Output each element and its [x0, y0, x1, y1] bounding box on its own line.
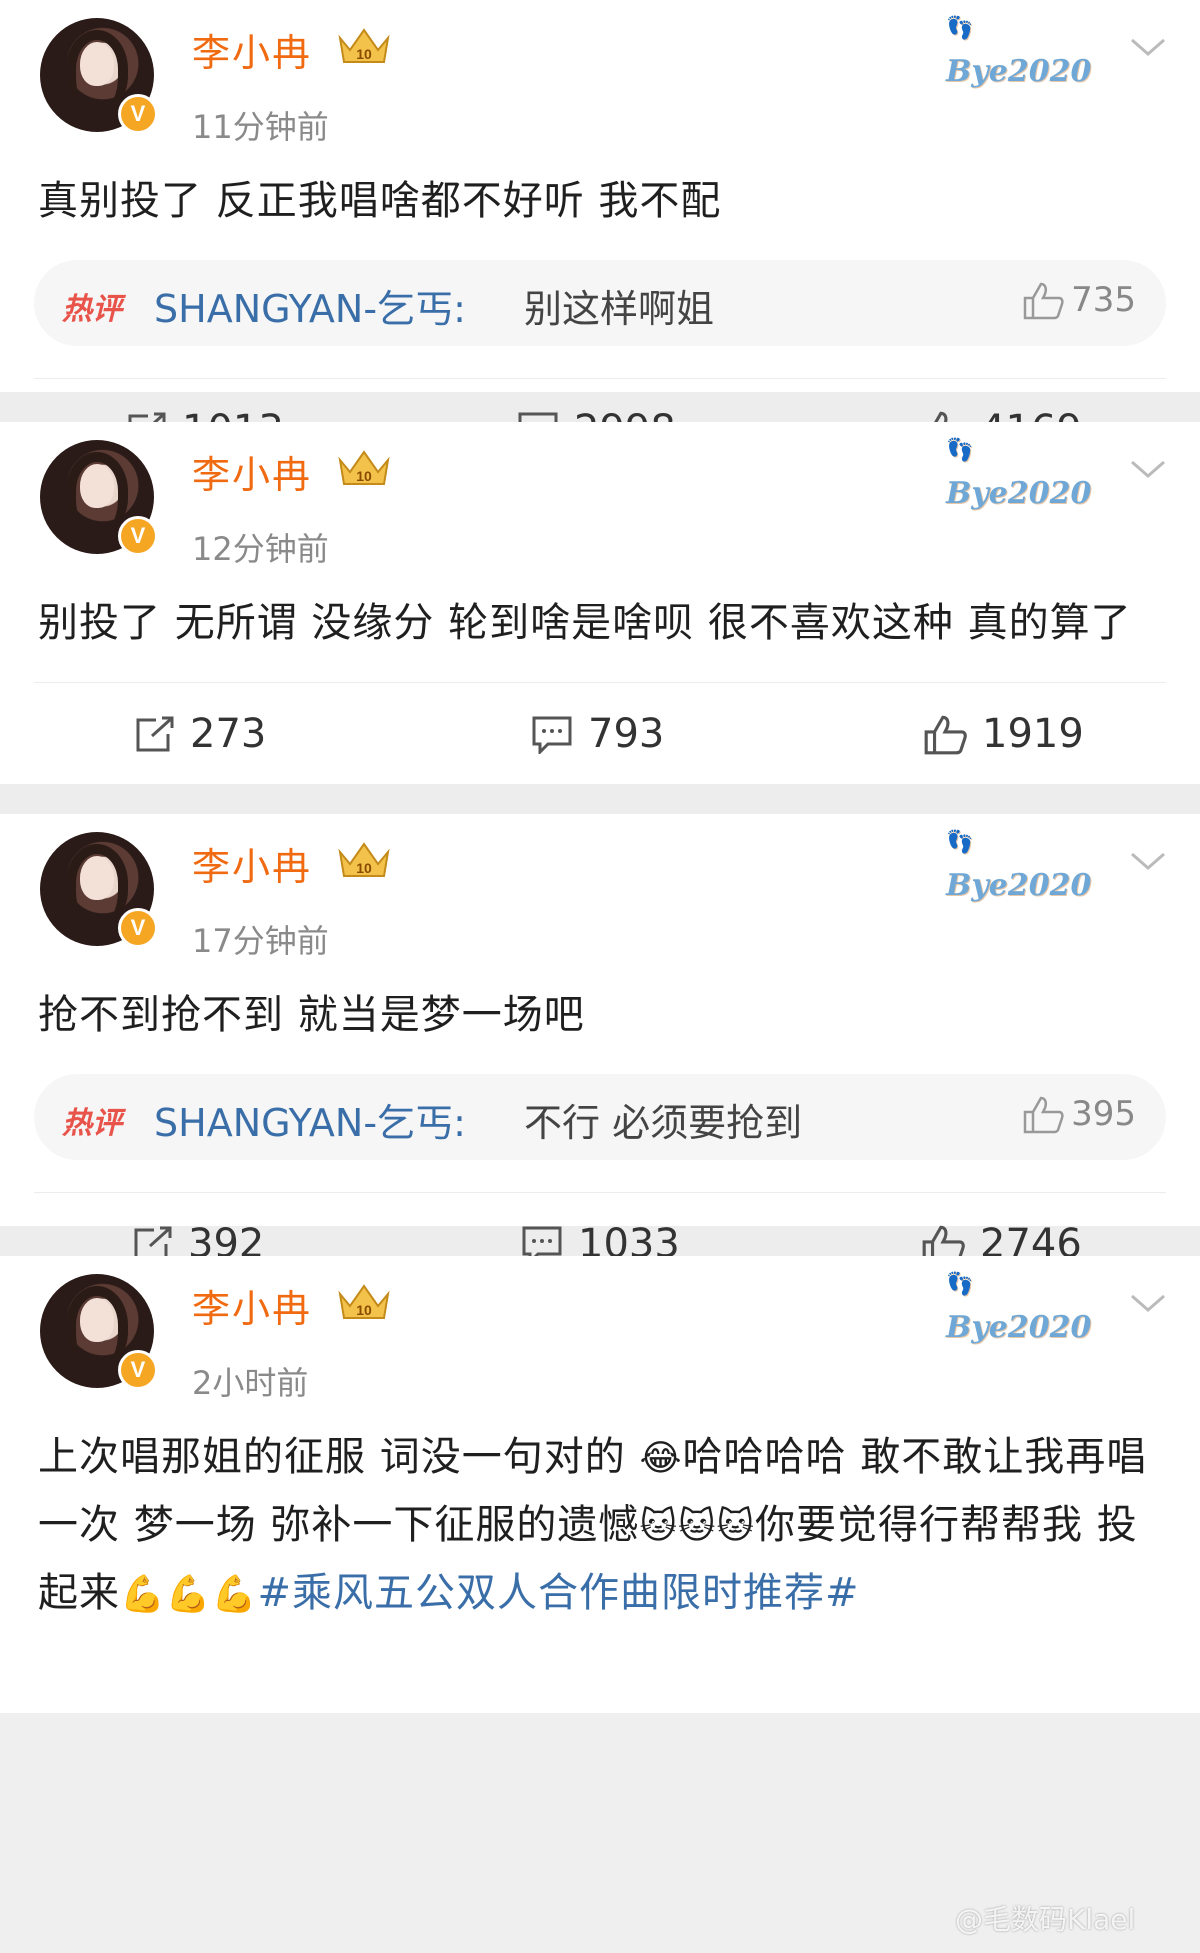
- post-time: 12分钟前: [192, 530, 329, 568]
- avatar-face: [80, 464, 114, 508]
- muscle-emoji-icon: 💪💪💪: [120, 1574, 258, 1615]
- footprint-icon: 👣: [946, 1271, 974, 1297]
- username[interactable]: 李小冉: [192, 836, 312, 891]
- repost-count: 273: [190, 711, 267, 757]
- thumbs-up-icon: [1023, 1096, 1064, 1134]
- avatar[interactable]: V: [40, 832, 158, 948]
- avatar-face: [80, 856, 114, 900]
- bye2020-sticker: 👣Bye2020: [946, 437, 1092, 511]
- hot-comment-like-count: 395: [1071, 1094, 1136, 1134]
- avatar-face: [80, 42, 114, 86]
- bye2020-sticker: 👣Bye2020: [946, 829, 1092, 903]
- svg-text:10: 10: [356, 46, 372, 62]
- post-header: V 李小冉 10 2小时前 👣Bye2020: [0, 1256, 1200, 1406]
- post-header: V 李小冉 10 11分钟前 👣Bye2020: [0, 0, 1200, 150]
- hot-comment[interactable]: 热评 SHANGYAN-乞丐: 别这样啊姐 735: [34, 260, 1166, 346]
- avatar[interactable]: V: [40, 1274, 158, 1390]
- crown-icon: 10: [338, 28, 390, 63]
- post-text: 上次唱那姐的征服 词没一句对的 😂哈哈哈哈 敢不敢让我再唱一次 梦一场 弥补一下…: [0, 1406, 1200, 1628]
- bye2020-sticker: 👣Bye2020: [946, 1271, 1092, 1345]
- thumbs-up-icon: [1023, 282, 1064, 320]
- hot-comment-tag: 热评: [62, 292, 122, 327]
- action-bar: 273 793 1919: [34, 682, 1166, 787]
- svg-text:10: 10: [356, 468, 372, 484]
- watermark: @毛数码Klael: [955, 1903, 1136, 1936]
- footprint-icon: 👣: [946, 829, 974, 855]
- hot-comment-tag: 热评: [62, 1106, 122, 1141]
- post-header: V 李小冉 10 12分钟前 👣Bye2020: [0, 422, 1200, 572]
- crown-icon: 10: [338, 842, 390, 877]
- hot-comment[interactable]: 热评 SHANGYAN-乞丐: 不行 必须要抢到 395: [34, 1074, 1166, 1160]
- post-card[interactable]: V 李小冉 10 11分钟前 👣Bye2020 真别投了 反正我唱啥都不好听 我…: [0, 0, 1200, 453]
- chevron-down-icon[interactable]: [1128, 32, 1168, 62]
- like-count: 1919: [982, 711, 1084, 757]
- username[interactable]: 李小冉: [192, 22, 312, 77]
- comment-icon: [532, 716, 572, 754]
- verified-badge-icon: V: [118, 1350, 158, 1390]
- chevron-down-icon[interactable]: [1128, 454, 1168, 484]
- hot-comment-text: 别这样啊姐: [524, 287, 715, 331]
- post-text: 真别投了 反正我唱啥都不好听 我不配: [38, 178, 722, 224]
- chevron-down-icon[interactable]: [1128, 1288, 1168, 1318]
- footprint-icon: 👣: [946, 15, 974, 41]
- hot-comment-user[interactable]: SHANGYAN-乞丐:: [154, 278, 466, 333]
- chevron-down-icon[interactable]: [1128, 846, 1168, 876]
- hot-comment-like[interactable]: 735: [1021, 280, 1136, 320]
- post-card[interactable]: V 李小冉 10 17分钟前 👣Bye2020 抢不到抢不到 就当是梦一场吧 热…: [0, 814, 1200, 1267]
- post-time: 2小时前: [192, 1364, 309, 1402]
- like-button[interactable]: 1919: [922, 711, 1084, 757]
- cat-emoji-icon: 🐱🐱🐱: [639, 1506, 756, 1547]
- post-card[interactable]: V 李小冉 10 2小时前 👣Bye2020 上次唱那姐的征服 词没一句对的 😂…: [0, 1256, 1200, 1713]
- feed: V 李小冉 10 11分钟前 👣Bye2020 真别投了 反正我唱啥都不好听 我…: [0, 0, 1200, 1936]
- comment-count: 793: [588, 711, 665, 757]
- avatar[interactable]: V: [40, 18, 158, 134]
- username[interactable]: 李小冉: [192, 1278, 312, 1333]
- verified-badge-icon: V: [118, 908, 158, 948]
- repost-icon: [136, 716, 174, 752]
- comment-button[interactable]: 793: [530, 711, 664, 757]
- post-card[interactable]: V 李小冉 10 12分钟前 👣Bye2020 别投了 无所谓 没缘分 轮到啥是…: [0, 422, 1200, 784]
- thumbs-up-icon: [924, 715, 967, 755]
- svg-text:10: 10: [356, 860, 372, 876]
- laughing-emoji-icon: 😂: [639, 1438, 683, 1479]
- hashtag-link[interactable]: #乘风五公双人合作曲限时推荐#: [257, 1570, 859, 1616]
- bye2020-sticker: 👣Bye2020: [946, 15, 1092, 89]
- post-header: V 李小冉 10 17分钟前 👣Bye2020: [0, 814, 1200, 964]
- hot-comment-user[interactable]: SHANGYAN-乞丐:: [154, 1092, 466, 1147]
- crown-icon: 10: [338, 450, 390, 485]
- post-text: 别投了 无所谓 没缘分 轮到啥是啥呗 很不喜欢这种 真的算了: [38, 600, 1132, 646]
- avatar[interactable]: V: [40, 440, 158, 556]
- post-text-segment: 上次唱那姐的征服 词没一句对的: [38, 1434, 640, 1480]
- hot-comment-like-count: 735: [1071, 280, 1136, 320]
- repost-button[interactable]: 273: [132, 711, 266, 757]
- verified-badge-icon: V: [118, 94, 158, 134]
- crown-icon: 10: [338, 1284, 390, 1319]
- username[interactable]: 李小冉: [192, 444, 312, 499]
- post-text: 抢不到抢不到 就当是梦一场吧: [38, 992, 585, 1038]
- post-separator: [0, 784, 1200, 814]
- footprint-icon: 👣: [946, 437, 974, 463]
- hot-comment-like[interactable]: 395: [1021, 1094, 1136, 1134]
- verified-badge-icon: V: [118, 516, 158, 556]
- svg-text:10: 10: [356, 1302, 372, 1318]
- post-time: 17分钟前: [192, 922, 329, 960]
- avatar-face: [80, 1298, 114, 1342]
- hot-comment-text: 不行 必须要抢到: [524, 1101, 803, 1145]
- post-time: 11分钟前: [192, 108, 329, 146]
